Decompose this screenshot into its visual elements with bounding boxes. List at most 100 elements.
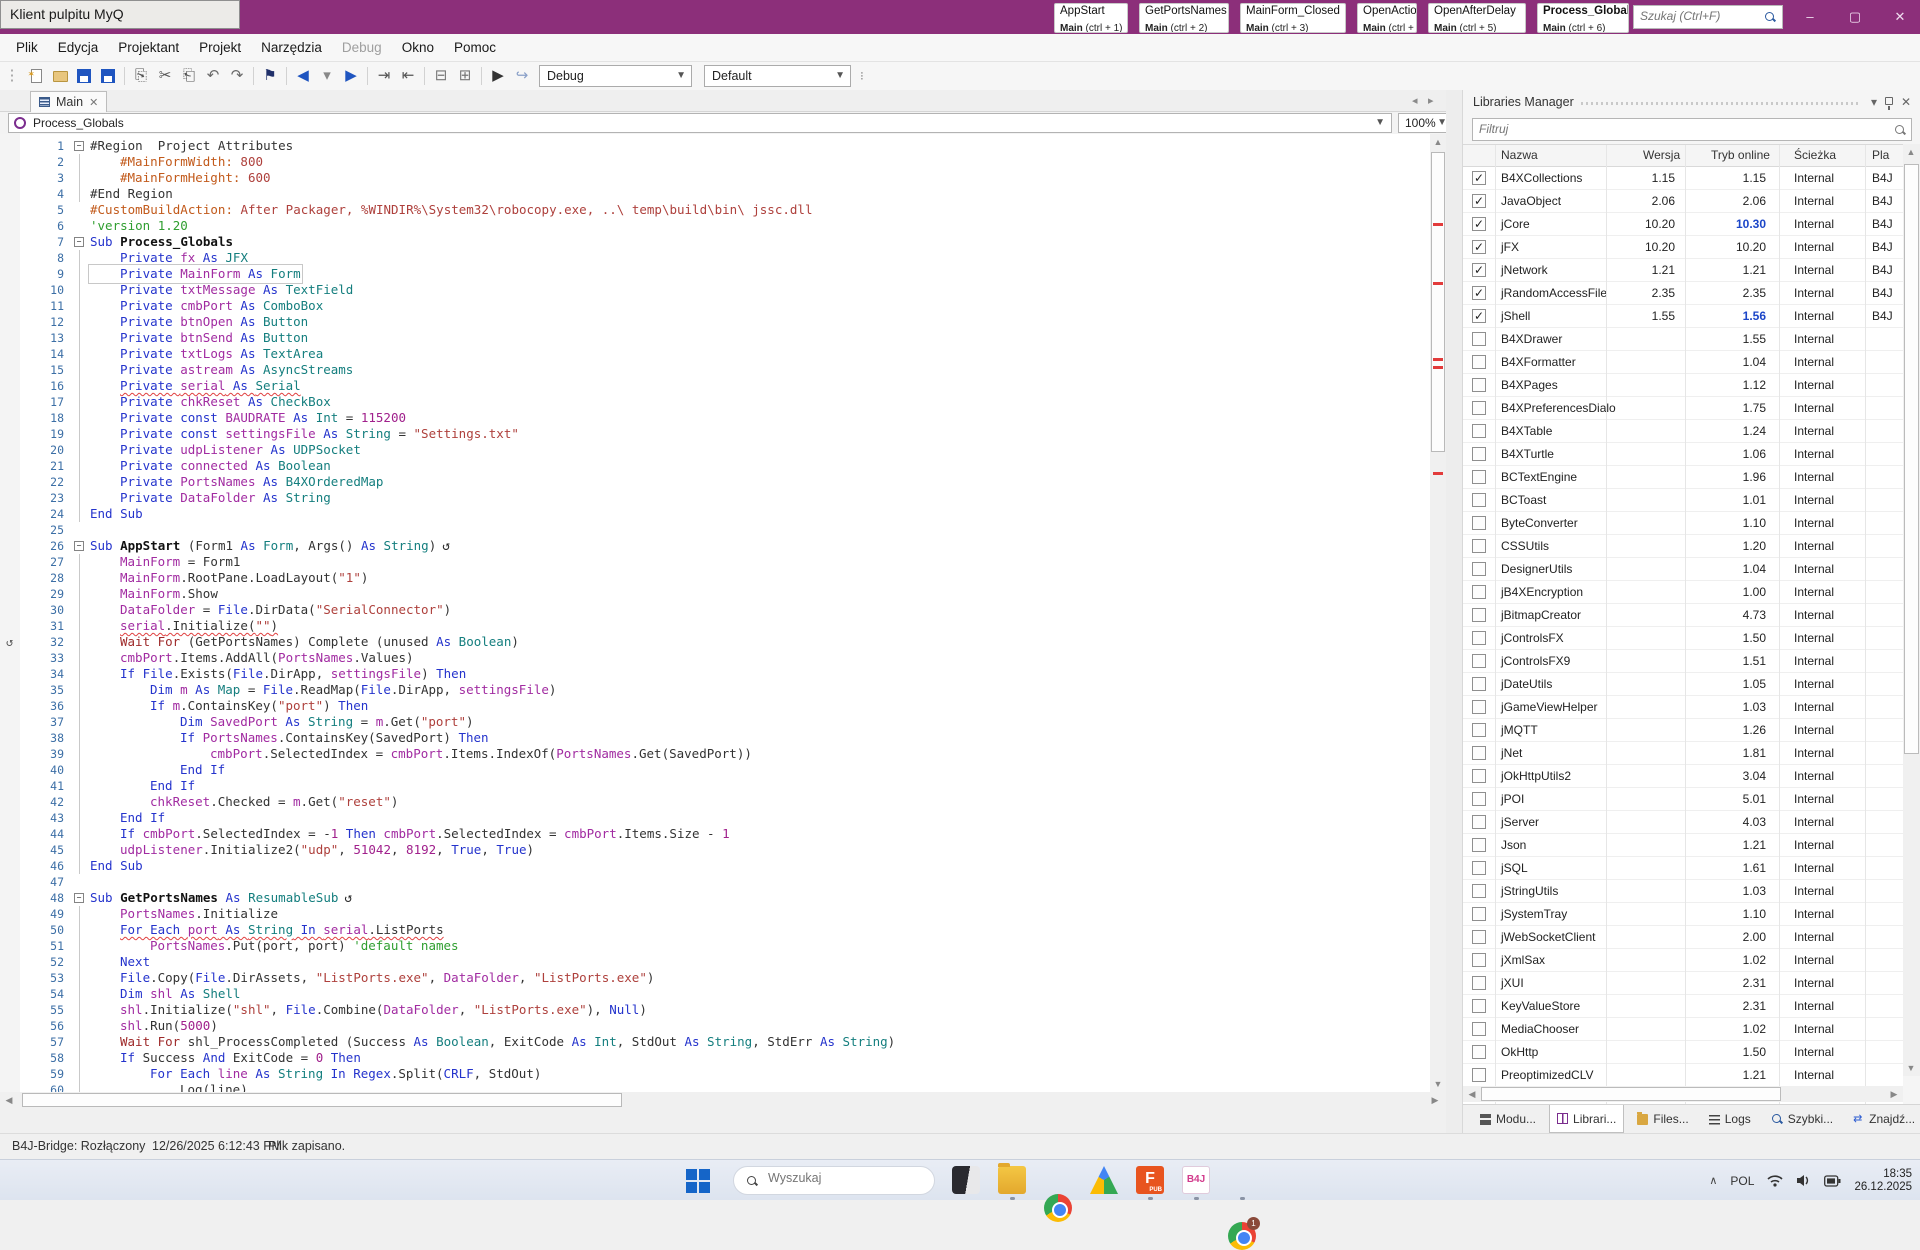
module-button-openactio[interactable]: OpenActioMain (ctrl + 4) (1357, 3, 1417, 33)
code-line[interactable]: 19Private const settingsFile As String =… (0, 426, 1430, 442)
dock-tab-znajdź[interactable]: ⇄Znajdź... (1846, 1105, 1920, 1133)
pin-icon[interactable] (1885, 97, 1893, 105)
library-row[interactable]: jOkHttpUtils23.04Internal (1463, 765, 1903, 788)
library-checkbox[interactable] (1472, 654, 1486, 668)
library-checkbox[interactable] (1472, 1068, 1486, 1082)
code-line[interactable]: 39cmbPort.SelectedIndex = cmbPort.Items.… (0, 746, 1430, 762)
code-line[interactable]: 15Private astream As AsyncStreams (0, 362, 1430, 378)
code-line[interactable]: 13Private btnSend As Button (0, 330, 1430, 346)
libraries-vertical-scrollbar[interactable]: ▲ ▼ (1903, 144, 1920, 1076)
library-checkbox[interactable] (1472, 378, 1486, 392)
code-line[interactable]: 5#CustomBuildAction: After Packager, %WI… (0, 202, 1430, 218)
panel-menu-icon[interactable]: ▾ (1871, 95, 1877, 109)
code-line[interactable]: 17Private chkReset As CheckBox (0, 394, 1430, 410)
editor-vertical-scrollbar[interactable]: ▲ ▼ (1430, 134, 1446, 1092)
libraries-table-header[interactable]: NazwaWersjaTryb onlineŚcieżkaPla (1463, 145, 1903, 167)
scroll-up-icon[interactable]: ▲ (1431, 135, 1445, 149)
menu-plik[interactable]: Plik (6, 34, 48, 61)
library-checkbox[interactable] (1472, 746, 1486, 760)
library-checkbox[interactable] (1472, 815, 1486, 829)
menu-edycja[interactable]: Edycja (48, 34, 109, 61)
library-row[interactable]: OkHttp1.50Internal (1463, 1041, 1903, 1064)
bookmark-icon[interactable]: ⚑ (258, 65, 282, 87)
library-row[interactable]: jControlsFX1.50Internal (1463, 627, 1903, 650)
editor-zoom-combobox[interactable]: 100% ▼ (1398, 113, 1452, 133)
library-row[interactable]: ✓jRandomAccessFile2.352.35InternalB4J (1463, 282, 1903, 305)
code-line[interactable]: 41End If (0, 778, 1430, 794)
code-line[interactable]: 33cmbPort.Items.AddAll(PortsNames.Values… (0, 650, 1430, 666)
library-row[interactable]: jNet1.81Internal (1463, 742, 1903, 765)
menu-projekt[interactable]: Projekt (189, 34, 251, 61)
library-checkbox[interactable] (1472, 539, 1486, 553)
code-line[interactable]: 51PortsNames.Put(port, port) 'default na… (0, 938, 1430, 954)
library-row[interactable]: jXmlSax1.02Internal (1463, 949, 1903, 972)
code-line[interactable]: 29MainForm.Show (0, 586, 1430, 602)
library-row[interactable]: ✓jNetwork1.211.21InternalB4J (1463, 259, 1903, 282)
library-checkbox[interactable] (1472, 493, 1486, 507)
code-line[interactable]: 56shl.Run(5000) (0, 1018, 1430, 1034)
code-line[interactable]: 37Dim SavedPort As String = m.Get("port"… (0, 714, 1430, 730)
code-line[interactable]: 16Private serial As Serial (0, 378, 1430, 394)
library-checkbox[interactable] (1472, 907, 1486, 921)
library-row[interactable]: jPOI5.01Internal (1463, 788, 1903, 811)
code-line[interactable]: 12Private btnOpen As Button (0, 314, 1430, 330)
library-row[interactable]: ✓jCore10.2010.30InternalB4J (1463, 213, 1903, 236)
code-line[interactable]: 34If File.Exists(File.DirApp, settingsFi… (0, 666, 1430, 682)
scroll-left-icon[interactable]: ◀ (2, 1093, 16, 1107)
code-line[interactable]: 45udpListener.Initialize2("udp", 51042, … (0, 842, 1430, 858)
library-checkbox[interactable]: ✓ (1472, 286, 1486, 300)
code-line[interactable]: 60Log(line) (0, 1082, 1430, 1092)
column-header-tryb online[interactable]: Tryb online (1711, 148, 1770, 162)
taskbar-clock[interactable]: 18:35 26.12.2025 (1854, 1168, 1912, 1194)
library-row[interactable]: jMQTT1.26Internal (1463, 719, 1903, 742)
editor-horizontal-scrollbar[interactable]: ◀ ▶ (0, 1092, 1446, 1108)
dock-tab-logs[interactable]: Logs (1702, 1105, 1758, 1133)
tab-main[interactable]: Main ✕ (30, 91, 107, 112)
library-checkbox[interactable] (1472, 608, 1486, 622)
code-line[interactable]: 22Private PortsNames As B4XOrderedMap (0, 474, 1430, 490)
uncomment-icon[interactable]: ⊞ (453, 65, 477, 87)
comment-icon[interactable]: ⊟ (429, 65, 453, 87)
menu-narzędzia[interactable]: Narzędzia (251, 34, 332, 61)
code-line[interactable]: 24End Sub (0, 506, 1430, 522)
outdent-icon[interactable]: ⇤ (396, 65, 420, 87)
panel-splitter[interactable] (1446, 90, 1462, 1133)
column-header-wersja[interactable]: Wersja (1643, 148, 1680, 162)
code-line[interactable]: 3#MainFormHeight: 600 (0, 170, 1430, 186)
library-row[interactable]: jSystemTray1.10Internal (1463, 903, 1903, 926)
indent-icon[interactable]: ⇥ (372, 65, 396, 87)
step-into-icon[interactable]: ↪ (510, 65, 534, 87)
code-line[interactable]: 26−Sub AppStart (Form1 As Form, Args() A… (0, 538, 1430, 554)
ide-search-input[interactable] (1634, 6, 1752, 26)
panel-drag-grip[interactable] (1581, 102, 1861, 105)
menu-debug[interactable]: Debug (332, 34, 392, 61)
undo-icon[interactable]: ↶ (201, 65, 225, 87)
code-line[interactable]: 7−Sub Process_Globals (0, 234, 1430, 250)
library-checkbox[interactable] (1472, 700, 1486, 714)
library-row[interactable]: Json1.21Internal (1463, 834, 1903, 857)
scroll-left-icon[interactable]: ◀ (1465, 1087, 1479, 1101)
library-checkbox[interactable]: ✓ (1472, 240, 1486, 254)
library-row[interactable]: jB4XEncryption1.00Internal (1463, 581, 1903, 604)
code-line[interactable]: 1−#Region Project Attributes (0, 138, 1430, 154)
b4j-icon[interactable]: B4J (1182, 1166, 1210, 1194)
code-line[interactable]: 40End If (0, 762, 1430, 778)
current-sub-combobox[interactable]: Process_Globals ▼ (8, 113, 1392, 133)
back-dropdown-icon[interactable]: ▾ (315, 65, 339, 87)
code-line[interactable]: 44If cmbPort.SelectedIndex = -1 Then cmb… (0, 826, 1430, 842)
library-checkbox[interactable] (1472, 723, 1486, 737)
code-line[interactable]: 27MainForm = Form1 (0, 554, 1430, 570)
module-button-appstart[interactable]: AppStartMain (ctrl + 1) (1054, 3, 1128, 33)
scroll-right-icon[interactable]: ▶ (1428, 1093, 1442, 1107)
wifi-icon[interactable] (1767, 1174, 1783, 1187)
column-header-nazwa[interactable]: Nazwa (1501, 148, 1538, 162)
library-checkbox[interactable] (1472, 631, 1486, 645)
library-checkbox[interactable] (1472, 884, 1486, 898)
menu-okno[interactable]: Okno (392, 34, 444, 61)
panel-title-bar[interactable]: Libraries Manager ▾ ✕ (1463, 90, 1920, 116)
save-icon[interactable] (72, 65, 96, 87)
f-app-icon[interactable]: FPUB (1136, 1166, 1164, 1194)
build-profile-select[interactable]: Default▼ (704, 65, 851, 87)
library-checkbox[interactable]: ✓ (1472, 309, 1486, 323)
library-row[interactable]: CSSUtils1.20Internal (1463, 535, 1903, 558)
